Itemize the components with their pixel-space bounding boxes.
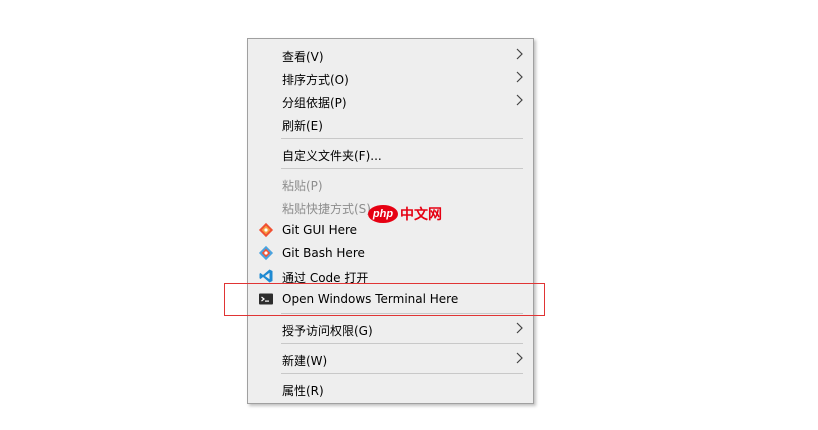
menu-item-properties[interactable]: 属性(R) xyxy=(248,378,533,400)
chevron-right-icon xyxy=(516,352,523,364)
menu-item-new[interactable]: 新建(W) xyxy=(248,348,533,370)
menu-item-paste[interactable]: 粘贴(P) xyxy=(248,173,533,195)
chevron-right-icon xyxy=(516,94,523,106)
menu-item-sort-by[interactable]: 排序方式(O) xyxy=(248,67,533,89)
vscode-icon xyxy=(259,269,273,283)
chevron-right-icon xyxy=(516,71,523,83)
watermark-text: 中文网 xyxy=(400,207,442,223)
menu-item-git-bash[interactable]: Git Bash Here xyxy=(248,242,533,264)
menu-item-label: 排序方式(O) xyxy=(282,73,349,87)
menu-item-view[interactable]: 查看(V) xyxy=(248,44,533,66)
menu-item-refresh[interactable]: 刷新(E) xyxy=(248,113,533,135)
menu-item-label: 新建(W) xyxy=(282,354,328,368)
menu-item-group-by[interactable]: 分组依据(P) xyxy=(248,90,533,112)
menu-item-label: Git GUI Here xyxy=(282,223,358,237)
menu-separator xyxy=(281,138,523,139)
git-gui-icon xyxy=(258,222,274,238)
menu-item-label: 刷新(E) xyxy=(282,119,323,133)
menu-separator xyxy=(281,343,523,344)
watermark-logo: php xyxy=(368,205,398,223)
menu-item-customize-folder[interactable]: 自定义文件夹(F)... xyxy=(248,143,533,165)
highlight-box xyxy=(224,283,545,316)
menu-separator xyxy=(281,373,523,374)
menu-item-label: 授予访问权限(G) xyxy=(282,324,373,338)
chevron-right-icon xyxy=(516,322,523,334)
menu-item-give-access[interactable]: 授予访问权限(G) xyxy=(248,318,533,340)
menu-item-label: 属性(R) xyxy=(282,384,324,398)
menu-item-label: 自定义文件夹(F)... xyxy=(282,149,382,163)
chevron-right-icon xyxy=(516,48,523,60)
menu-item-label: 分组依据(P) xyxy=(282,96,347,110)
menu-item-label: Git Bash Here xyxy=(282,246,365,260)
watermark: php 中文网 xyxy=(368,205,442,223)
menu-item-label: 粘贴(P) xyxy=(282,179,323,193)
menu-item-label: 查看(V) xyxy=(282,50,324,64)
menu-item-label: 粘贴快捷方式(S) xyxy=(282,202,371,216)
git-bash-icon xyxy=(258,245,274,261)
menu-separator xyxy=(281,168,523,169)
